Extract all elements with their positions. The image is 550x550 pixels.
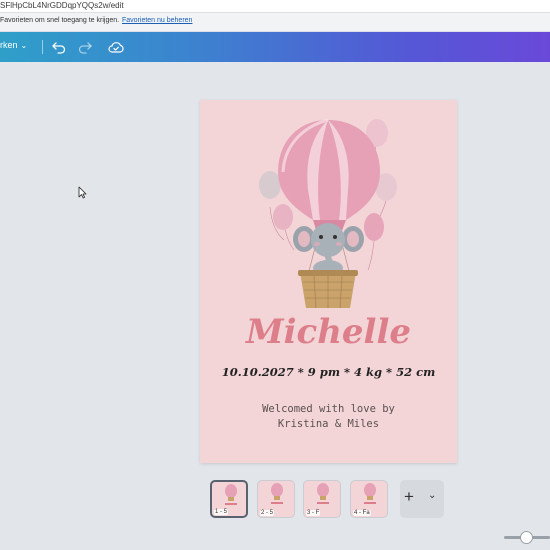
manage-favorites-link[interactable]: Favorieten nu beheren	[122, 17, 192, 24]
chevron-down-icon[interactable]: ⌄	[428, 490, 436, 501]
design-page[interactable]: Michelle 10.10.2027 * 9 pm * 4 kg * 52 c…	[200, 100, 457, 463]
zoom-slider-handle[interactable]	[520, 531, 533, 544]
chevron-down-icon: ⌄	[20, 41, 28, 50]
page-thumbnail[interactable]: 4 - Fa	[350, 480, 388, 518]
undo-button[interactable]	[50, 38, 68, 56]
mouse-cursor-icon	[78, 186, 87, 199]
page-number-label: 2 - 5	[260, 510, 275, 516]
undo-icon	[52, 42, 66, 54]
favorites-bar: Favorieten om snel toegang te krijgen. F…	[0, 13, 550, 32]
parents-line: Kristina & Miles	[277, 418, 380, 430]
birth-details[interactable]: 10.10.2027 * 9 pm * 4 kg * 52 cm	[200, 365, 457, 379]
welcome-line: Welcomed with love by	[262, 403, 395, 415]
cloud-save-icon	[108, 42, 124, 53]
small-balloon	[364, 213, 384, 241]
plus-icon[interactable]: +	[404, 487, 414, 507]
page-thumbnail[interactable]: 1 - 5	[210, 480, 248, 518]
file-menu-button[interactable]: rken ⌄	[0, 40, 27, 50]
baby-name-heading[interactable]: Michelle	[200, 312, 457, 352]
small-balloon	[259, 171, 281, 199]
page-number-label: 4 - Fa	[353, 510, 371, 516]
page-number-label: 3 - F	[306, 510, 321, 516]
balloon-envelope	[278, 120, 380, 220]
browser-address-bar[interactable]: SFlHpCbL4NrGDDqpYQQs2w/edit	[0, 0, 550, 13]
url-text[interactable]: SFlHpCbL4NrGDDqpYQQs2w/edit	[0, 0, 124, 12]
editor-toolbar: rken ⌄	[0, 32, 550, 62]
redo-icon	[78, 42, 92, 54]
toolbar-divider	[42, 40, 43, 54]
hot-air-balloon-illustration	[259, 118, 397, 309]
redo-button[interactable]	[76, 38, 94, 56]
welcome-text[interactable]: Welcomed with love by Kristina & Miles	[200, 402, 457, 432]
save-status-button[interactable]	[107, 38, 125, 56]
page-number-label: 1 - 5	[214, 509, 229, 515]
small-balloon	[273, 204, 293, 230]
favorites-message: Favorieten om snel toegang te krijgen.	[0, 17, 120, 24]
page-thumbnail[interactable]: 3 - F	[303, 480, 341, 518]
page-thumbnail[interactable]: 2 - 5	[257, 480, 295, 518]
add-page-button[interactable]: + ⌄	[400, 480, 444, 518]
file-menu-label: rken	[0, 40, 18, 50]
